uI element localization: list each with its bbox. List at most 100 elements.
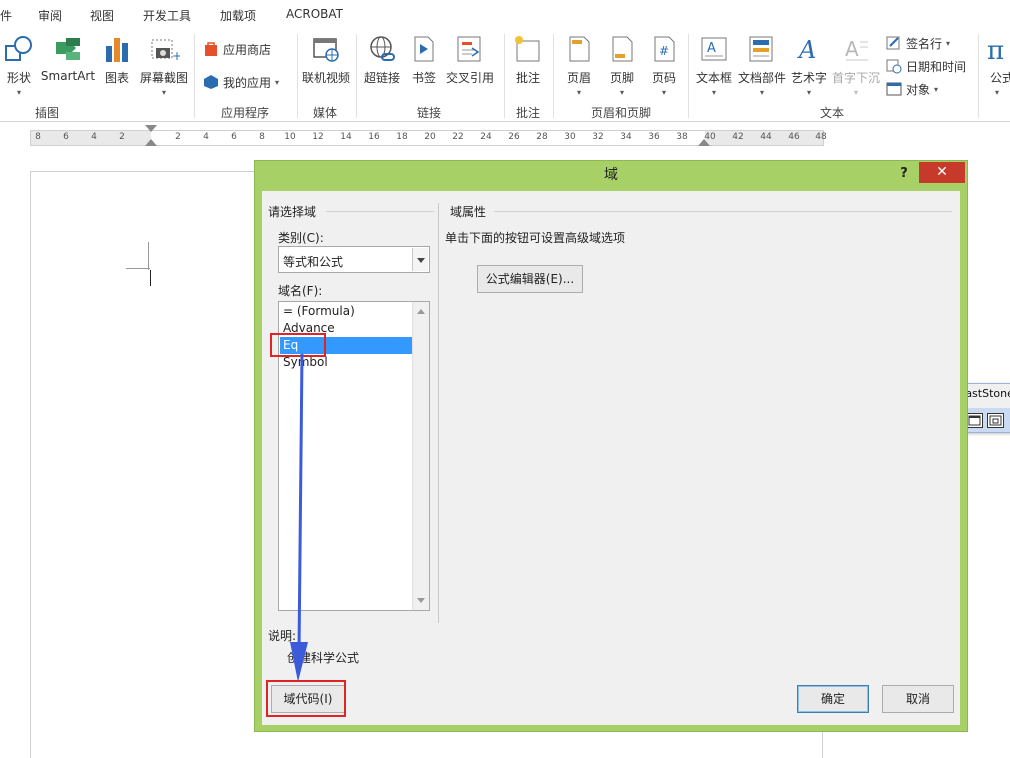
object-button[interactable]: 对象 ▾ <box>886 78 938 100</box>
pi-icon: π <box>984 34 1010 66</box>
comment-button[interactable]: 批注 <box>510 34 546 86</box>
margin-crop-mark <box>126 268 150 269</box>
comment-icon <box>512 34 544 64</box>
tab-file[interactable]: 件 <box>0 7 12 24</box>
list-scrollbar[interactable] <box>412 302 429 610</box>
svg-text:π: π <box>987 36 1004 64</box>
object-icon <box>886 81 902 97</box>
properties-hint: 单击下面的按钮可设置高级域选项 <box>445 231 626 245</box>
camera-icon: + <box>148 34 182 64</box>
group-divider <box>297 34 298 118</box>
textbox-button[interactable]: A 文本框 ▾ <box>694 34 734 98</box>
textbox-icon: A <box>698 34 730 64</box>
capture-window-icon[interactable] <box>966 412 983 428</box>
chevron-down-icon: ▾ <box>946 38 951 48</box>
group-label-text: 文本 <box>819 106 845 120</box>
tab-addins[interactable]: 加载项 <box>220 7 256 24</box>
group-divider <box>504 34 505 118</box>
group-label-apps: 应用程序 <box>220 106 270 120</box>
group-divider <box>978 34 979 118</box>
online-video-button[interactable]: 联机视频 <box>300 34 352 86</box>
chevron-down-icon: ▾ <box>711 88 716 97</box>
ok-button[interactable]: 确定 <box>797 685 869 713</box>
field-names-label: 域名(F): <box>278 284 323 298</box>
smartart-icon <box>52 34 84 64</box>
chart-button[interactable]: 图表 <box>100 34 134 86</box>
help-button[interactable]: ? <box>893 164 915 184</box>
svg-text:#: # <box>659 44 669 58</box>
group-label-media: 媒体 <box>312 106 338 120</box>
close-button[interactable]: ✕ <box>919 162 965 183</box>
drop-cap-icon: A <box>840 34 872 64</box>
store-button[interactable]: 应用商店 <box>203 38 271 60</box>
chevron-down-icon[interactable] <box>412 248 428 271</box>
chevron-down-icon: ▾ <box>661 88 666 97</box>
bookmark-icon <box>408 34 440 64</box>
date-time-button[interactable]: 日期和时间 <box>886 55 966 77</box>
drop-cap-button[interactable]: A 首字下沉 ▾ <box>830 34 882 98</box>
first-line-indent-marker[interactable] <box>145 125 157 132</box>
my-apps-button[interactable]: 我的应用 ▾ <box>203 71 279 93</box>
signature-icon <box>886 35 902 51</box>
category-label: 类别(C): <box>278 231 324 245</box>
group-label-illustrations: 插图 <box>34 106 60 120</box>
cross-reference-icon <box>454 34 486 64</box>
svg-text:A: A <box>707 41 716 56</box>
ribbon: 形状 ▾ SmartArt 图表 + 屏幕截图 ▾ 插图 应用商店 我的应用 ▾… <box>0 30 1010 122</box>
tab-review[interactable]: 审阅 <box>38 7 62 24</box>
screenshot-button[interactable]: + 屏幕截图 ▾ <box>138 34 190 98</box>
wordart-button[interactable]: A 艺术字 ▾ <box>790 34 828 98</box>
tab-acrobat[interactable]: ACROBAT <box>286 7 343 21</box>
store-icon <box>203 41 219 57</box>
group-divider <box>688 34 689 118</box>
apps-icon <box>203 74 219 90</box>
hanging-indent-marker[interactable] <box>145 139 157 146</box>
formula-editor-button[interactable]: 公式编辑器(E)... <box>477 265 583 293</box>
header-button[interactable]: 页眉 ▾ <box>562 34 596 98</box>
smartart-button[interactable]: SmartArt <box>40 34 96 83</box>
calendar-clock-icon <box>886 58 902 74</box>
chevron-down-icon: ▾ <box>16 88 21 97</box>
scroll-down-icon[interactable] <box>417 598 425 603</box>
capture-object-icon[interactable] <box>987 412 1004 428</box>
horizontal-ruler[interactable]: 8 6 4 2 2 4 6 8 10 12 14 16 18 20 22 24 … <box>30 125 827 146</box>
quick-parts-icon <box>746 34 778 64</box>
svg-text:A: A <box>845 37 859 61</box>
equation-button[interactable]: π 公式 ▾ <box>984 34 1010 98</box>
cross-reference-button[interactable]: 交叉引用 <box>444 34 496 86</box>
field-properties-heading: 域属性 <box>450 205 487 219</box>
group-label-links: 链接 <box>416 106 442 120</box>
right-indent-marker[interactable] <box>698 139 710 146</box>
shapes-button[interactable]: 形状 ▾ <box>2 34 36 98</box>
footer-button[interactable]: 页脚 ▾ <box>605 34 639 98</box>
chevron-down-icon: ▾ <box>275 77 280 87</box>
dialog-title: 域 <box>604 167 618 183</box>
hyperlink-button[interactable]: 超链接 <box>362 34 402 86</box>
quick-parts-button[interactable]: 文档部件 ▾ <box>736 34 788 98</box>
text-cursor <box>150 270 151 286</box>
svg-text:A: A <box>797 36 816 64</box>
page-number-icon: # <box>648 34 680 64</box>
group-label-comments: 批注 <box>515 106 541 120</box>
chevron-down-icon: ▾ <box>806 88 811 97</box>
group-divider <box>194 34 195 118</box>
menu-bar: 件 审阅 视图 开发工具 加载项 ACROBAT <box>0 0 1010 30</box>
scroll-up-icon[interactable] <box>417 309 425 314</box>
field-dialog: 域 ? ✕ 请选择域 类别(C): 等式和公式 域名(F): = (Formul… <box>254 160 968 732</box>
section-divider <box>438 203 439 623</box>
signature-line-button[interactable]: 签名行 ▾ <box>886 32 950 54</box>
chevron-down-icon: ▾ <box>576 88 581 97</box>
tab-view[interactable]: 视图 <box>90 7 114 24</box>
tab-developer[interactable]: 开发工具 <box>143 7 191 24</box>
category-select[interactable]: 等式和公式 <box>278 246 430 273</box>
list-item[interactable]: = (Formula) <box>280 303 412 320</box>
wordart-icon: A <box>793 34 825 64</box>
cancel-button[interactable]: 取消 <box>882 685 954 713</box>
dialog-body: 请选择域 类别(C): 等式和公式 域名(F): = (Formula) Adv… <box>262 191 960 725</box>
ruler-area: 8 6 4 2 2 4 6 8 10 12 14 16 18 20 22 24 … <box>0 123 1010 155</box>
video-icon <box>310 34 342 64</box>
globe-link-icon <box>366 34 398 64</box>
page-number-button[interactable]: # 页码 ▾ <box>647 34 681 98</box>
bookmark-button[interactable]: 书签 <box>407 34 441 86</box>
chevron-down-icon: ▾ <box>934 84 939 94</box>
